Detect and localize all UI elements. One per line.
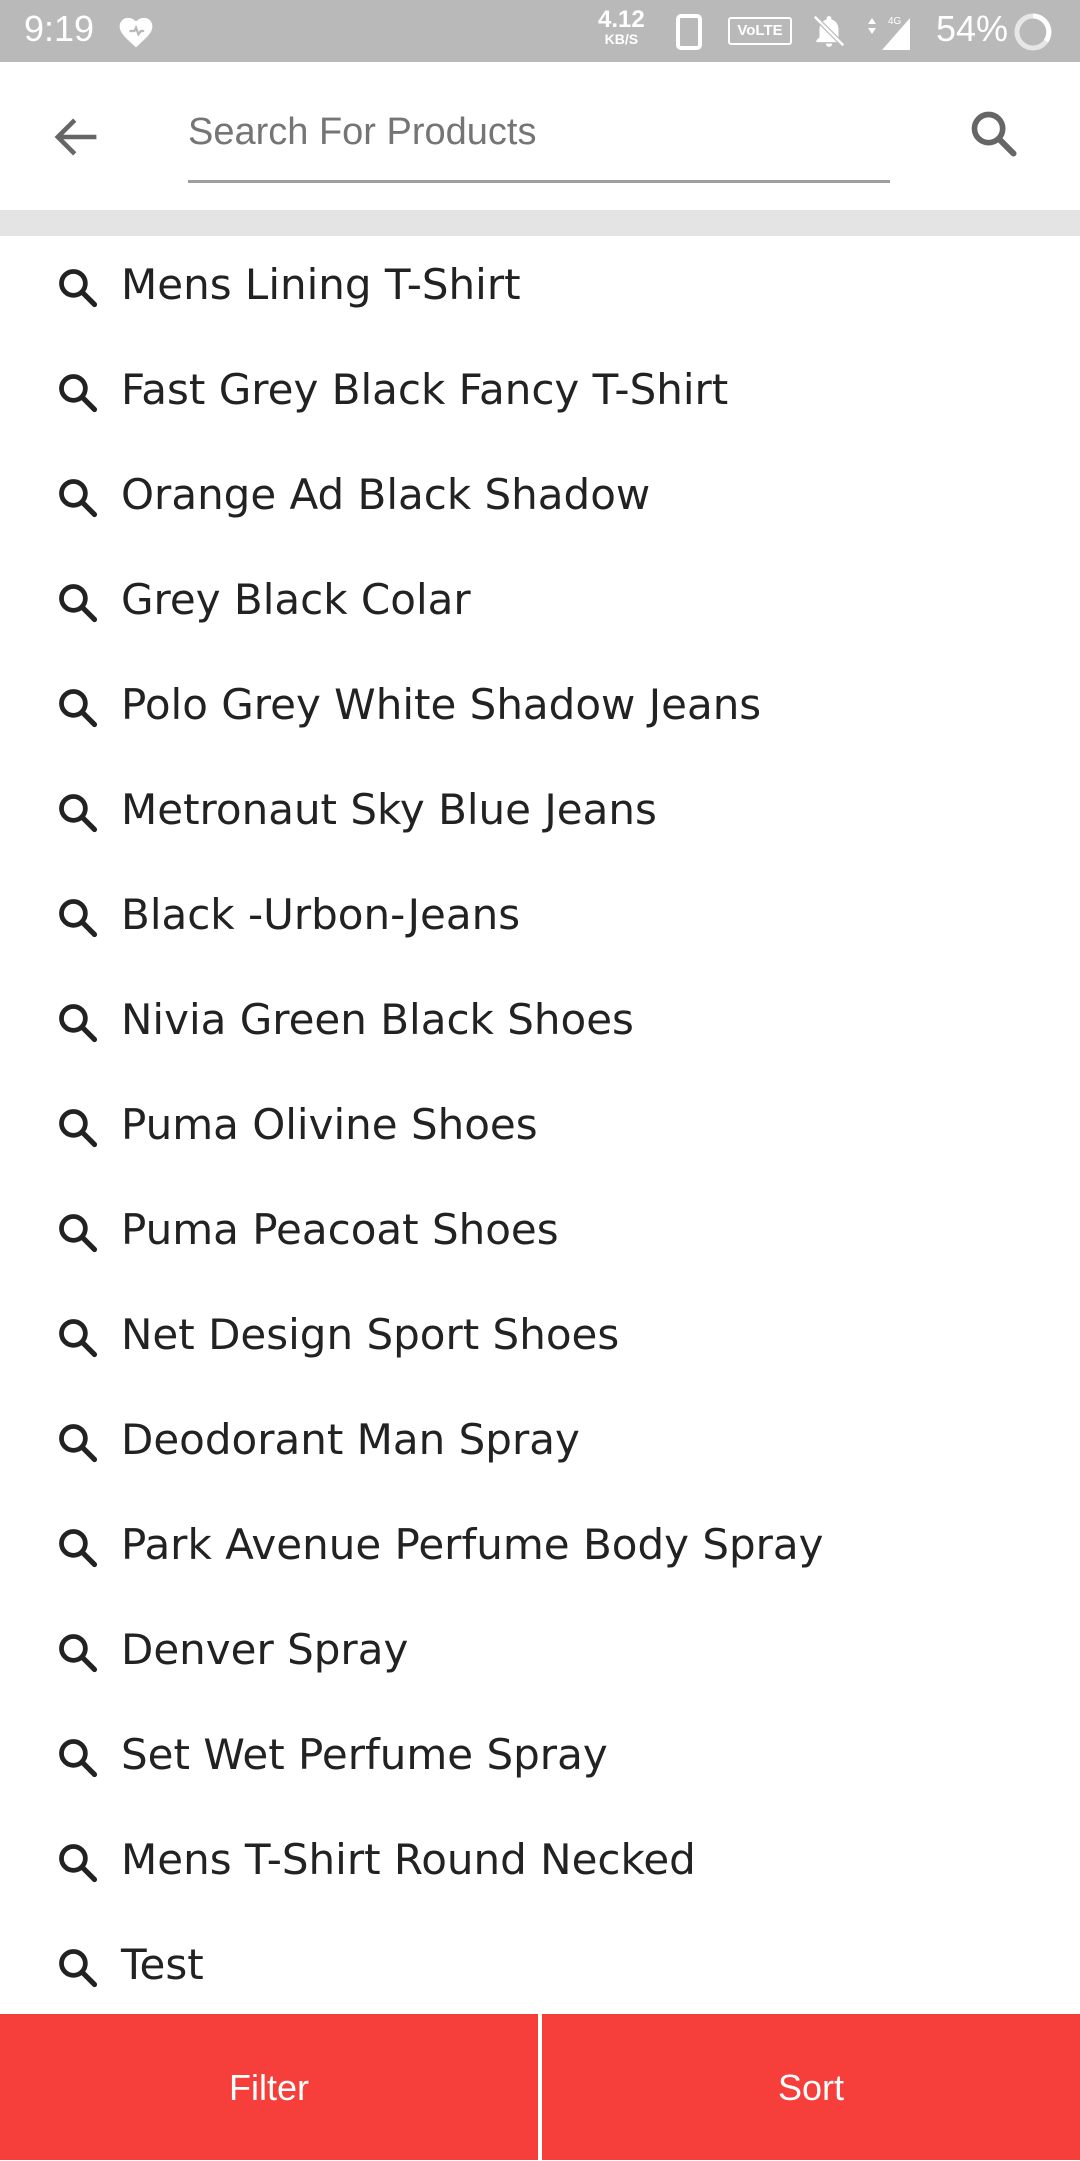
suggestion-item[interactable]: Denver Spray <box>0 1601 1080 1706</box>
suggestion-label: Park Avenue Perfume Body Spray <box>121 1520 824 1569</box>
suggestion-label: Mens T-Shirt Round Necked <box>121 1835 696 1884</box>
suggestion-label: Polo Grey White Shadow Jeans <box>121 680 762 729</box>
search-icon <box>56 686 100 734</box>
suggestion-item[interactable]: Deodorant Man Spray <box>0 1391 1080 1496</box>
signal-icon: 4G <box>862 12 914 56</box>
suggestion-item[interactable]: Set Wet Perfume Spray <box>0 1706 1080 1811</box>
suggestion-item[interactable]: Test <box>0 1916 1080 2021</box>
suggestion-item[interactable]: Polo Grey White Shadow Jeans <box>0 656 1080 761</box>
suggestion-item[interactable]: Puma Olivine Shoes <box>0 1076 1080 1181</box>
network-speed-unit: KB/S <box>604 31 639 47</box>
suggestion-item[interactable]: Black -Urbon-Jeans <box>0 866 1080 971</box>
suggestion-label: Deodorant Man Spray <box>121 1415 580 1464</box>
status-bar: 9:19 4.12 KB/S VoLTE 4G 54% <box>0 0 1080 62</box>
search-icon <box>56 1421 100 1469</box>
status-time: 9:19 <box>24 8 95 49</box>
header-divider <box>0 210 1080 236</box>
network-label: 4G <box>888 16 902 27</box>
suggestion-label: Orange Ad Black Shadow <box>121 470 651 519</box>
suggestion-label: Puma Olivine Shoes <box>121 1100 538 1149</box>
suggestion-item[interactable]: Metronaut Sky Blue Jeans <box>0 761 1080 866</box>
suggestion-item[interactable]: Fast Grey Black Fancy T-Shirt <box>0 341 1080 446</box>
volte-badge: VoLTE <box>728 17 792 45</box>
bottom-action-bar: Filter Sort <box>0 2014 1080 2160</box>
search-icon <box>56 791 100 839</box>
suggestion-label: Metronaut Sky Blue Jeans <box>121 785 657 834</box>
search-icon <box>56 1631 100 1679</box>
arrow-left-icon[interactable] <box>52 116 98 162</box>
filter-button[interactable]: Filter <box>0 2014 538 2160</box>
suggestion-label: Set Wet Perfume Spray <box>121 1730 608 1779</box>
suggestion-label: Net Design Sport Shoes <box>121 1310 620 1359</box>
battery-icon <box>1013 12 1053 56</box>
suggestion-item[interactable]: Nivia Green Black Shoes <box>0 971 1080 1076</box>
search-icon <box>56 1736 100 1784</box>
suggestion-label: Denver Spray <box>121 1625 409 1674</box>
search-icon <box>56 1211 100 1259</box>
suggestion-label: Nivia Green Black Shoes <box>121 995 634 1044</box>
phone-icon <box>676 14 702 54</box>
search-header <box>0 62 1080 210</box>
suggestion-label: Black -Urbon-Jeans <box>121 890 521 939</box>
suggestion-label: Puma Peacoat Shoes <box>121 1205 559 1254</box>
suggestion-item[interactable]: Mens T-Shirt Round Necked <box>0 1811 1080 1916</box>
suggestion-item[interactable]: Net Design Sport Shoes <box>0 1286 1080 1391</box>
bell-off-icon <box>810 12 848 54</box>
suggestion-item[interactable]: Orange Ad Black Shadow <box>0 446 1080 551</box>
suggestion-label: Mens Lining T-Shirt <box>121 260 521 309</box>
suggestion-label: Fast Grey Black Fancy T-Shirt <box>121 365 729 414</box>
suggestion-label: Grey Black Colar <box>121 575 471 624</box>
suggestion-item[interactable]: Grey Black Colar <box>0 551 1080 656</box>
sort-button[interactable]: Sort <box>542 2014 1080 2160</box>
heart-icon <box>116 13 156 53</box>
network-speed: 4.12 KB/S <box>598 6 645 47</box>
search-icon <box>56 581 100 629</box>
search-icon <box>56 476 100 524</box>
search-icon <box>56 1106 100 1154</box>
search-icon <box>56 1316 100 1364</box>
suggestion-item[interactable]: Puma Peacoat Shoes <box>0 1181 1080 1286</box>
search-input[interactable] <box>188 102 890 183</box>
battery-percentage: 54% <box>936 8 1009 49</box>
search-icon <box>56 1946 100 1994</box>
search-icon <box>56 896 100 944</box>
search-icon[interactable] <box>968 108 1020 164</box>
search-icon <box>56 371 100 419</box>
network-speed-value: 4.12 <box>598 6 645 33</box>
search-icon <box>56 266 100 314</box>
search-icon <box>56 1841 100 1889</box>
suggestion-label: Test <box>121 1940 204 1989</box>
search-icon <box>56 1526 100 1574</box>
suggestion-item[interactable]: Park Avenue Perfume Body Spray <box>0 1496 1080 1601</box>
suggestion-item[interactable]: Mens Lining T-Shirt <box>0 236 1080 341</box>
suggestion-list: Mens Lining T-Shirt Fast Grey Black Fancy… <box>0 236 1080 2021</box>
search-icon <box>56 1001 100 1049</box>
